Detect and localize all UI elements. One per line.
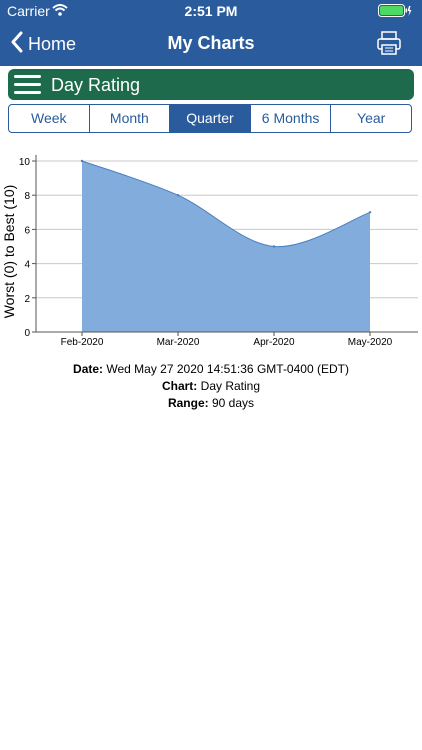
section-title: Day Rating xyxy=(51,75,141,95)
battery-icon xyxy=(378,4,412,21)
data-point xyxy=(80,159,84,163)
info-chart: Chart: Day Rating xyxy=(0,379,422,393)
y-tick-label: 4 xyxy=(24,260,30,271)
series-area xyxy=(82,161,370,332)
range-value: 90 days xyxy=(211,396,255,410)
data-point xyxy=(368,211,372,214)
print-button[interactable] xyxy=(376,30,404,58)
menu-button[interactable] xyxy=(13,72,43,97)
day-rating-chart: 0 2 4 6 8 10 Feb-2020 Mar-2020 Apr-2020 May-2020 W… xyxy=(1,155,418,348)
x-tick-label: Feb-2020 xyxy=(61,337,104,348)
date-value: Wed May 27 2020 14:51:36 GMT-0400 (EDT) xyxy=(106,362,349,376)
nav-bar: Home My Charts xyxy=(0,22,422,66)
tab-6-months[interactable]: 6 Months xyxy=(251,105,332,132)
chart-label: Chart: xyxy=(161,379,198,393)
y-tick-label: 8 xyxy=(24,191,30,202)
range-segmented-control: Week Month Quarter 6 Months Year xyxy=(8,104,412,133)
section-header: Day Rating xyxy=(8,69,414,100)
range-label: Range: xyxy=(167,396,209,410)
y-tick-label: 10 xyxy=(19,157,31,168)
status-time: 2:51 PM xyxy=(184,3,238,19)
status-bar: Carrier 2:51 PM xyxy=(0,0,422,22)
x-tick-label: Mar-2020 xyxy=(157,337,200,348)
x-tick-label: Apr-2020 xyxy=(253,337,295,348)
hamburger-icon xyxy=(13,75,43,101)
date-label: Date: xyxy=(73,362,104,376)
y-tick-label: 2 xyxy=(24,294,30,305)
y-tick-label: 6 xyxy=(24,225,30,236)
tab-year[interactable]: Year xyxy=(331,105,411,132)
info-range: Range: 90 days xyxy=(0,396,422,410)
data-point xyxy=(272,245,276,248)
printer-icon xyxy=(376,31,402,60)
back-button[interactable]: Home xyxy=(10,30,76,58)
data-point xyxy=(176,194,180,197)
y-axis-label: Worst (0) to Best (10) xyxy=(1,185,17,319)
back-label: Home xyxy=(28,33,77,54)
chart-value: Day Rating xyxy=(200,379,261,393)
tab-week[interactable]: Week xyxy=(9,105,90,132)
chevron-left-icon xyxy=(10,31,24,58)
x-tick-label: May-2020 xyxy=(348,337,393,348)
y-tick-label: 0 xyxy=(24,328,30,339)
tab-quarter[interactable]: Quarter xyxy=(170,105,251,132)
tab-month[interactable]: Month xyxy=(90,105,171,132)
info-date: Date: Wed May 27 2020 14:51:36 GMT-0400 … xyxy=(0,362,422,376)
